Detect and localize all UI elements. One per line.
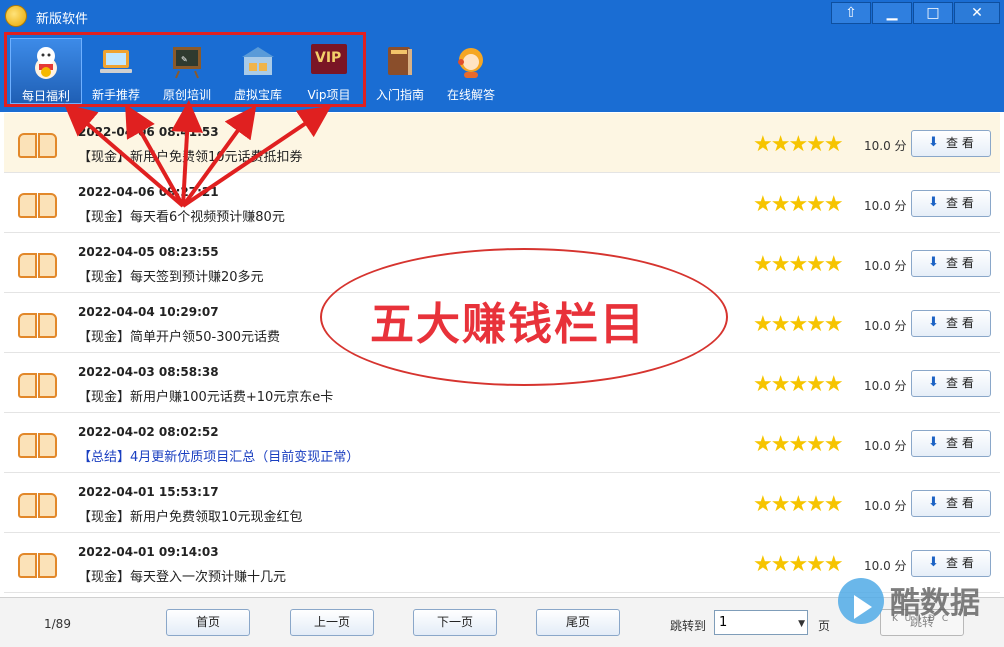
watermark-subtext: KUIDC [892, 614, 956, 624]
page-select[interactable]: 1 ▼ [714, 610, 808, 635]
chevron-down-icon[interactable]: ▼ [798, 613, 805, 636]
jump-label: 跳转到 [670, 619, 707, 633]
annotation-text: 五大赚钱栏目 [370, 299, 646, 350]
first-page-button[interactable]: 首页 [166, 609, 250, 636]
prev-page-button[interactable]: 上一页 [290, 609, 374, 636]
watermark-logo: 酷数据 KUIDC [838, 572, 1004, 647]
page-indicator: 1/89 [44, 617, 71, 631]
page-select-value: 1 [719, 615, 728, 630]
next-page-button[interactable]: 下一页 [413, 609, 497, 636]
last-page-button[interactable]: 尾页 [536, 609, 620, 636]
page-unit-label: 页 [818, 619, 831, 633]
play-icon [838, 578, 884, 624]
